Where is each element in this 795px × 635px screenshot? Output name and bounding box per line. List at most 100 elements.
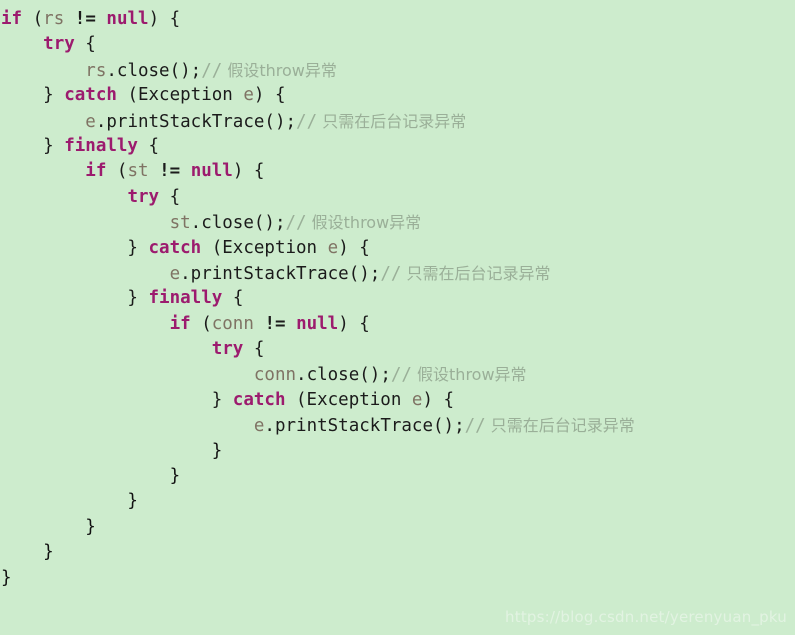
- code-token: (: [106, 161, 128, 182]
- code-token: finally: [64, 135, 138, 156]
- code-token: !=: [264, 313, 286, 334]
- code-token: }: [1, 85, 65, 106]
- code-token: catch: [232, 389, 286, 410]
- code-line: try {: [0, 32, 795, 57]
- code-line: } finally {: [0, 286, 795, 311]
- code-token: }: [1, 389, 233, 410]
- code-token: //: [285, 213, 307, 234]
- code-token: {: [74, 34, 96, 55]
- code-token: (Exception: [116, 85, 244, 106]
- code-token: }: [1, 567, 12, 588]
- code-token: try: [127, 186, 160, 207]
- code-line: e.printStackTrace();// 只需在后台记录异常: [0, 261, 795, 286]
- code-token: !=: [159, 161, 181, 182]
- code-token: {: [243, 339, 265, 360]
- code-token: e: [253, 416, 265, 437]
- code-line: } catch (Exception e) {: [0, 236, 795, 261]
- code-token: (: [22, 9, 44, 29]
- code-line: }: [0, 489, 795, 514]
- code-line: } catch (Exception e) {: [0, 388, 795, 413]
- code-line: e.printStackTrace();// 只需在后台记录异常: [0, 413, 795, 438]
- code-token: if: [85, 161, 107, 182]
- code-token: try: [211, 339, 244, 360]
- code-token: 假设throw异常: [306, 213, 422, 233]
- code-token: if: [1, 9, 23, 29]
- code-token: {: [222, 288, 244, 309]
- code-token: conn: [211, 313, 254, 334]
- code-token: ) {: [148, 9, 181, 29]
- code-token: null: [190, 161, 233, 182]
- code-token: ) {: [338, 313, 370, 334]
- watermark-text: https://blog.csdn.net/yerenyuan_pku: [505, 608, 787, 626]
- code-token: catch: [64, 85, 117, 106]
- code-line: if (st != null) {: [0, 159, 795, 184]
- code-line: rs.close();// 假设throw异常: [0, 58, 795, 83]
- code-token: .printStackTrace();: [95, 111, 297, 132]
- code-token: .close();: [190, 213, 286, 234]
- code-line: st.close();// 假设throw异常: [0, 210, 795, 235]
- code-token: (: [190, 313, 212, 334]
- code-token: }: [1, 288, 149, 309]
- code-token: e: [169, 263, 181, 284]
- code-line: if (rs != null) {: [0, 7, 795, 32]
- code-token: }: [1, 466, 181, 487]
- code-token: null: [296, 313, 339, 334]
- code-token: }: [1, 542, 54, 563]
- code-line: if (conn != null) {: [0, 312, 795, 337]
- code-line: try {: [0, 337, 795, 362]
- code-line: e.printStackTrace();// 只需在后台记录异常: [0, 109, 795, 134]
- code-token: !=: [74, 9, 96, 29]
- code-line: }: [0, 566, 795, 591]
- code-token: }: [1, 237, 149, 258]
- code-token: (Exception: [201, 237, 328, 258]
- code-line: } finally {: [0, 134, 795, 159]
- code-token: .close();: [296, 365, 391, 386]
- code-token: null: [106, 9, 149, 29]
- code-line: }: [0, 439, 795, 464]
- code-lines[interactable]: if (rs != null) { try { rs.close();// 假设…: [0, 7, 795, 591]
- code-token: st: [169, 213, 191, 234]
- code-token: (Exception: [285, 389, 412, 410]
- code-token: .printStackTrace();: [264, 416, 465, 437]
- code-line: } catch (Exception e) {: [0, 83, 795, 108]
- code-token: ) {: [338, 237, 370, 258]
- code-token: 只需在后台记录异常: [317, 111, 467, 131]
- code-token: ) {: [232, 161, 265, 182]
- code-token: conn: [253, 365, 297, 386]
- code-token: ) {: [253, 85, 286, 106]
- code-token: //: [380, 263, 402, 284]
- code-token: //: [390, 365, 412, 386]
- code-token: .printStackTrace();: [180, 263, 381, 284]
- code-token: ) {: [422, 389, 455, 410]
- code-line: }: [0, 464, 795, 489]
- code-token: e: [85, 111, 96, 132]
- code-token: }: [1, 135, 65, 156]
- code-token: if: [169, 313, 191, 334]
- code-token: 只需在后台记录异常: [485, 416, 635, 436]
- code-token: //: [296, 111, 318, 132]
- code-line: conn.close();// 假设throw异常: [0, 362, 795, 387]
- code-snippet-container: if (rs != null) { try { rs.close();// 假设…: [0, 0, 795, 635]
- code-token: st: [127, 161, 149, 182]
- code-token: }: [1, 491, 138, 512]
- code-token: rs: [85, 60, 107, 81]
- code-token: e: [243, 85, 254, 106]
- code-line: }: [0, 540, 795, 565]
- code-token: 假设throw异常: [222, 60, 337, 80]
- code-token: }: [1, 516, 96, 537]
